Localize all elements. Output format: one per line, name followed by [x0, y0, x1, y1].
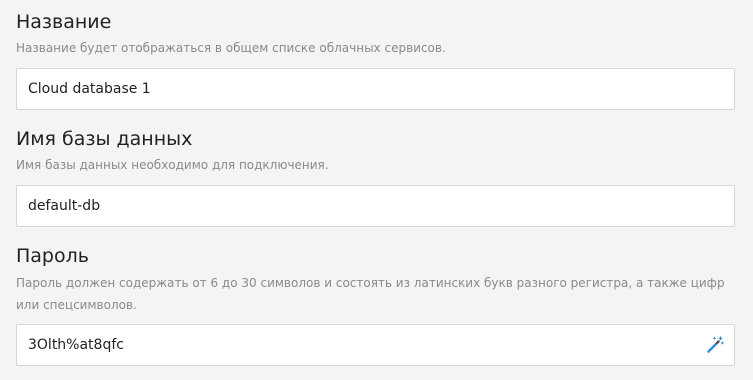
db-name-field-group: Имя базы данных Имя базы данных необходи…: [16, 127, 735, 227]
name-label: Название: [16, 11, 112, 33]
db-name-hint: Имя базы данных необходимо для подключен…: [16, 158, 329, 172]
password-hint: Пароль должен содержать от 6 до 30 симво…: [16, 276, 725, 312]
password-input-wrapper: [16, 324, 735, 366]
password-field-group: Пароль Пароль должен содержать от 6 до 3…: [16, 244, 735, 366]
db-name-input-wrapper: [16, 185, 735, 227]
name-hint: Название будет отображаться в общем спис…: [16, 41, 446, 55]
name-input-wrapper: [16, 68, 735, 110]
magic-wand-icon[interactable]: [706, 336, 724, 354]
db-name-input[interactable]: [17, 186, 734, 226]
name-field-group: Название Название будет отображаться в о…: [16, 10, 735, 110]
password-label: Пароль: [16, 245, 89, 267]
password-input[interactable]: [17, 325, 734, 365]
db-name-label: Имя базы данных: [16, 128, 193, 150]
name-input[interactable]: [17, 69, 734, 109]
